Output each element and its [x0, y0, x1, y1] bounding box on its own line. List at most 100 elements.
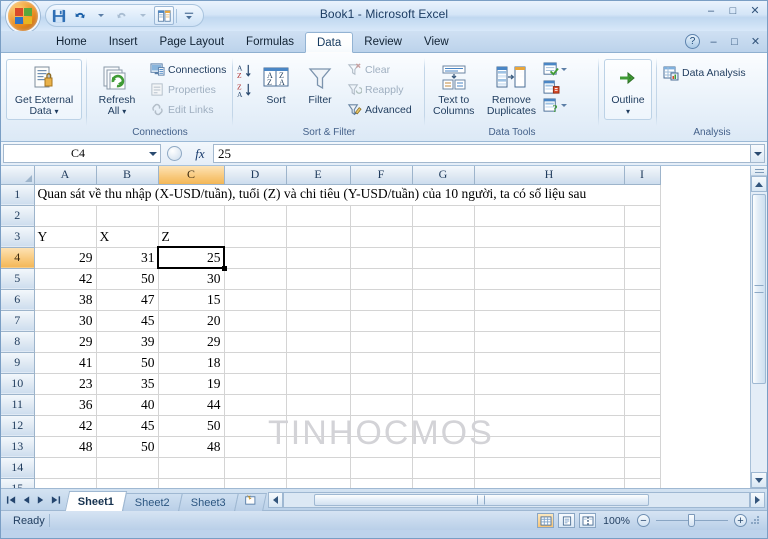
cell-b15[interactable]	[96, 478, 159, 488]
clear-filter-button[interactable]: Clear	[343, 60, 415, 79]
cell-h9[interactable]	[474, 352, 625, 374]
tab-data[interactable]: Data	[304, 32, 354, 53]
cell-e4[interactable]	[286, 247, 351, 269]
cell-b14[interactable]	[96, 457, 159, 479]
resize-grip[interactable]	[751, 515, 761, 526]
tab-formulas[interactable]: Formulas	[235, 31, 305, 53]
cell-a15[interactable]	[34, 478, 97, 488]
cell-c11[interactable]: 44	[158, 394, 225, 416]
cell-h13[interactable]	[474, 436, 625, 458]
minimize-button[interactable]: –	[703, 5, 719, 17]
cell-f13[interactable]	[350, 436, 413, 458]
cell-d2[interactable]	[224, 205, 287, 227]
name-box-dropdown-icon[interactable]	[149, 151, 157, 156]
row-header-14[interactable]: 14	[1, 457, 35, 479]
cell-b3[interactable]: X	[96, 226, 159, 248]
zoom-level[interactable]: 100%	[600, 515, 633, 527]
cell-h6[interactable]	[474, 289, 625, 311]
cell-d12[interactable]	[224, 415, 287, 437]
tab-insert[interactable]: Insert	[98, 31, 149, 53]
cell-a9[interactable]: 41	[34, 352, 97, 374]
connections-button[interactable]: Connections	[146, 60, 229, 79]
cell-a5[interactable]: 42	[34, 268, 97, 290]
cell-d10[interactable]	[224, 373, 287, 395]
cell-g14[interactable]	[412, 457, 475, 479]
help-icon[interactable]: ?	[685, 34, 700, 49]
cell-d11[interactable]	[224, 394, 287, 416]
cell-f10[interactable]	[350, 373, 413, 395]
cell-a1[interactable]: Quan sát về thu nhập (X-USD/tuần), tuổi …	[34, 184, 661, 206]
cell-g8[interactable]	[412, 331, 475, 353]
cell-f14[interactable]	[350, 457, 413, 479]
cell-b13[interactable]: 50	[96, 436, 159, 458]
cell-b5[interactable]: 50	[96, 268, 159, 290]
restore-window-button[interactable]: □	[727, 36, 742, 48]
cell-d4[interactable]	[224, 247, 287, 269]
vertical-scroll-thumb[interactable]	[752, 194, 766, 384]
edit-links-button[interactable]: Edit Links	[146, 100, 229, 119]
cell-c8[interactable]: 29	[158, 331, 225, 353]
cell-i14[interactable]	[624, 457, 661, 479]
cell-b9[interactable]: 50	[96, 352, 159, 374]
cell-a7[interactable]: 30	[34, 310, 97, 332]
cell-f12[interactable]	[350, 415, 413, 437]
row-header-3[interactable]: 3	[1, 226, 35, 248]
cell-h3[interactable]	[474, 226, 625, 248]
cell-f6[interactable]	[350, 289, 413, 311]
cell-c9[interactable]: 18	[158, 352, 225, 374]
row-header-5[interactable]: 5	[1, 268, 35, 290]
cell-d13[interactable]	[224, 436, 287, 458]
cell-g3[interactable]	[412, 226, 475, 248]
vertical-scroll-track[interactable]	[751, 192, 767, 472]
cell-b8[interactable]: 39	[96, 331, 159, 353]
column-header-c[interactable]: C	[158, 166, 225, 185]
cell-g9[interactable]	[412, 352, 475, 374]
sort-descending-button[interactable]: ZA	[236, 82, 253, 99]
cell-f8[interactable]	[350, 331, 413, 353]
cell-d14[interactable]	[224, 457, 287, 479]
cell-h5[interactable]	[474, 268, 625, 290]
zoom-out-button[interactable]: −	[637, 514, 650, 527]
column-header-e[interactable]: E	[286, 166, 351, 185]
reapply-button[interactable]: Reapply	[343, 80, 415, 99]
cell-d5[interactable]	[224, 268, 287, 290]
cell-a14[interactable]	[34, 457, 97, 479]
cell-e9[interactable]	[286, 352, 351, 374]
cell-h7[interactable]	[474, 310, 625, 332]
consolidate-button[interactable]	[543, 80, 567, 95]
cell-f7[interactable]	[350, 310, 413, 332]
scroll-up-button[interactable]	[751, 176, 767, 192]
cell-e7[interactable]	[286, 310, 351, 332]
cell-h4[interactable]	[474, 247, 625, 269]
cell-g7[interactable]	[412, 310, 475, 332]
row-header-15[interactable]: 15	[1, 478, 35, 488]
text-to-columns-button[interactable]: Text to Columns	[428, 59, 479, 120]
cell-c5[interactable]: 30	[158, 268, 225, 290]
column-header-f[interactable]: F	[350, 166, 413, 185]
cell-e12[interactable]	[286, 415, 351, 437]
worksheet-grid[interactable]: A B C D E F G H I 1 Quan sát về thu nhập…	[1, 166, 750, 488]
cell-a4[interactable]: 29	[34, 247, 97, 269]
normal-view-icon[interactable]	[537, 513, 555, 528]
cell-e14[interactable]	[286, 457, 351, 479]
cell-c4[interactable]: 25	[157, 246, 226, 270]
cell-g6[interactable]	[412, 289, 475, 311]
outline-button[interactable]: Outline ▾	[604, 59, 652, 120]
cell-c2[interactable]	[158, 205, 225, 227]
cell-g5[interactable]	[412, 268, 475, 290]
maximize-button[interactable]: □	[725, 5, 741, 17]
cell-f9[interactable]	[350, 352, 413, 374]
close-workbook-button[interactable]: ✕	[748, 35, 763, 48]
cell-e13[interactable]	[286, 436, 351, 458]
name-box[interactable]: C4	[3, 144, 161, 163]
scroll-down-button[interactable]	[751, 472, 767, 488]
cancel-enter-buttons[interactable]	[166, 146, 182, 161]
cell-e3[interactable]	[286, 226, 351, 248]
insert-function-icon[interactable]: fx	[187, 146, 213, 162]
select-all-button[interactable]	[1, 166, 35, 185]
cell-a2[interactable]	[34, 205, 97, 227]
column-header-i[interactable]: I	[624, 166, 661, 185]
cell-i6[interactable]	[624, 289, 661, 311]
horizontal-scroll-thumb[interactable]	[313, 493, 649, 506]
cell-a3[interactable]: Y	[34, 226, 97, 248]
